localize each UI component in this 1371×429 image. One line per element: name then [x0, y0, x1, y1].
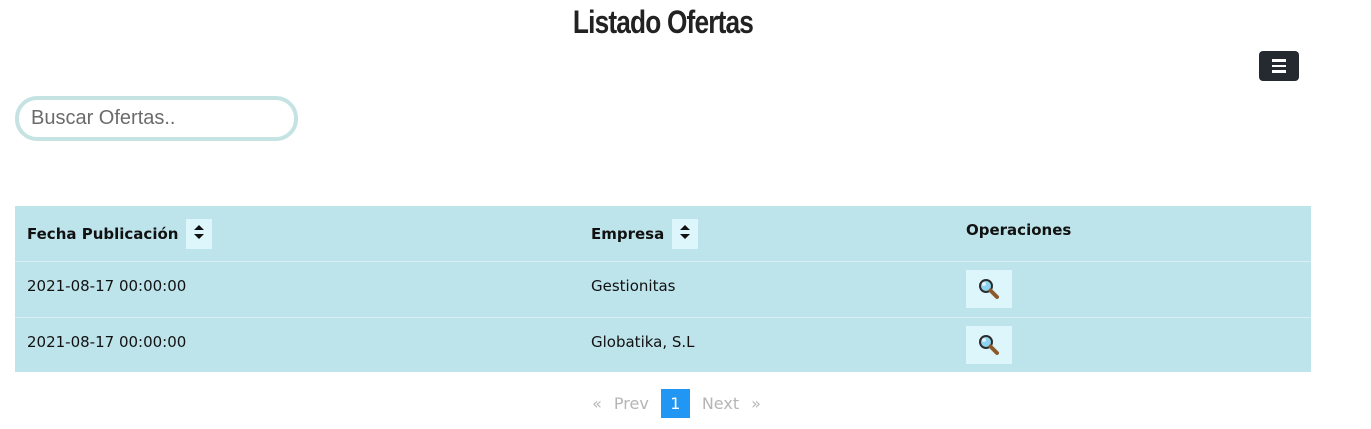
magnifier-icon — [979, 335, 999, 355]
bars-icon — [1272, 59, 1286, 73]
column-header-fecha: Fecha Publicación — [27, 206, 213, 261]
magnifier-icon — [979, 279, 999, 299]
table-row: 2021-08-17 00:00:00 Globatika, S.L — [15, 318, 1311, 372]
next-page-link[interactable]: Next — [696, 394, 745, 413]
sort-icon — [680, 225, 691, 242]
offers-table: Fecha Publicación Empresa Operaciones 20… — [15, 206, 1311, 372]
first-page-link[interactable]: « — [586, 394, 608, 413]
column-header-label: Operaciones — [966, 221, 1072, 239]
cell-empresa: Globatika, S.L — [591, 333, 695, 351]
sort-fecha-button[interactable] — [186, 218, 213, 249]
menu-button[interactable] — [1259, 51, 1299, 81]
cell-fecha: 2021-08-17 00:00:00 — [27, 333, 187, 351]
page-title: Listado Ofertas — [572, 4, 754, 40]
sort-icon — [194, 225, 205, 242]
prev-page-link[interactable]: Prev — [608, 394, 655, 413]
table-header-row: Fecha Publicación Empresa Operaciones — [15, 206, 1311, 262]
last-page-link[interactable]: » — [745, 394, 767, 413]
column-header-empresa: Empresa — [591, 206, 699, 261]
column-header-label: Fecha Publicación — [27, 224, 179, 243]
view-offer-button[interactable] — [966, 270, 1012, 308]
table-row: 2021-08-17 00:00:00 Gestionitas — [15, 262, 1311, 318]
pagination: « Prev 1 Next » — [0, 389, 1371, 418]
view-offer-button[interactable] — [966, 326, 1012, 364]
sort-empresa-button[interactable] — [672, 218, 699, 249]
column-header-label: Empresa — [591, 224, 665, 243]
current-page[interactable]: 1 — [660, 389, 690, 418]
search-input[interactable] — [15, 96, 298, 141]
